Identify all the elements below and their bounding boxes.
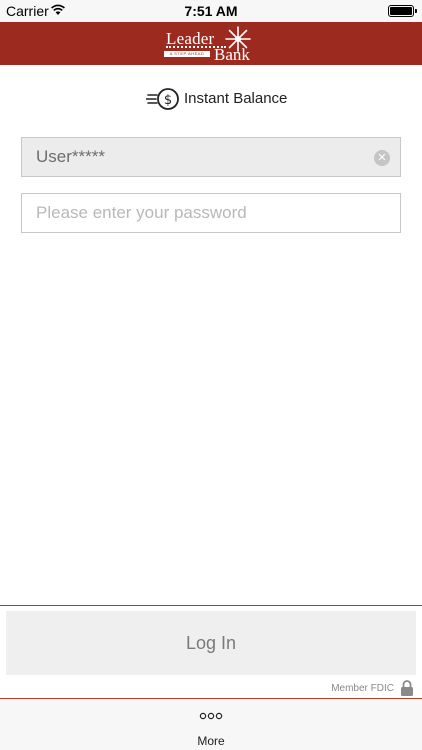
more-label: More [197,734,225,748]
leader-bank-logo: Leader A STEP AHEAD Bank [164,25,260,64]
member-fdic-label: Member FDIC [331,683,394,694]
divider [0,605,422,606]
username-value: User***** [36,147,105,166]
tab-more[interactable]: More [160,699,262,750]
password-field[interactable]: Please enter your password [21,193,401,233]
starburst-icon [225,26,251,52]
dollar-coin-speed-icon: $ [146,88,179,110]
login-button[interactable]: Log In [6,611,416,675]
more-dots-icon [199,712,223,720]
svg-text:$: $ [164,93,172,108]
password-placeholder: Please enter your password [36,203,247,222]
lock-icon [401,680,413,696]
logo-tagline: A STEP AHEAD [164,51,210,57]
instant-balance-label: Instant Balance [184,90,288,107]
tab-bar: More [0,699,422,750]
username-field[interactable]: User***** ✕ [21,137,401,177]
status-bar: Carrier 7:51 AM [0,0,422,22]
app-header: Leader A STEP AHEAD Bank [0,22,422,65]
status-time: 7:51 AM [184,3,238,19]
battery-icon [388,5,417,17]
clear-icon[interactable]: ✕ [374,150,390,166]
